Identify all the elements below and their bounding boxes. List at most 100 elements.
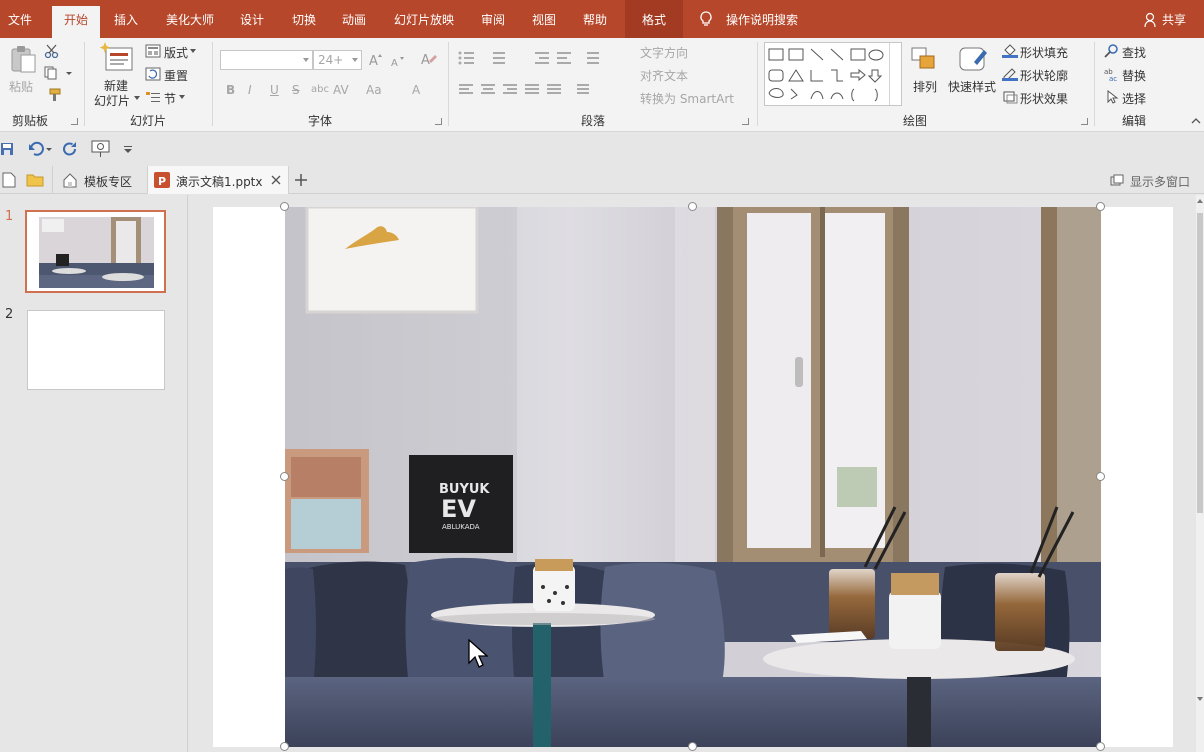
tab-transitions[interactable]: 切换: [284, 0, 324, 38]
shape-effects-icon: [1003, 91, 1018, 104]
text-shadow-button[interactable]: abc: [311, 84, 329, 95]
tab-insert[interactable]: 插入: [106, 0, 146, 38]
share-button[interactable]: 共享: [1162, 0, 1186, 40]
resize-handle-top-right[interactable]: [1096, 202, 1105, 211]
format-painter-icon[interactable]: [44, 88, 62, 102]
new-tab-icon[interactable]: [294, 173, 308, 187]
redo-icon[interactable]: [62, 141, 78, 157]
clipboard-dialog-launcher[interactable]: [71, 118, 78, 125]
document-tab-label: 演示文稿1.pptx: [176, 175, 263, 189]
new-slide-icon[interactable]: [100, 42, 134, 74]
slide-thumbnail-1[interactable]: [25, 210, 166, 293]
paste-button[interactable]: 粘贴: [9, 78, 33, 95]
new-document-icon[interactable]: [2, 172, 16, 188]
collapse-ribbon-icon[interactable]: [1191, 118, 1201, 124]
save-icon[interactable]: [0, 142, 14, 156]
shape-outline-button[interactable]: 形状轮廓: [1020, 67, 1068, 84]
tab-beautify[interactable]: 美化大师: [158, 0, 222, 38]
selected-picture[interactable]: BUYUK EV ABLUKADA: [285, 207, 1101, 747]
reset-button[interactable]: 重置: [164, 67, 188, 84]
start-from-beginning-icon[interactable]: [91, 140, 111, 158]
font-name-combo[interactable]: [220, 50, 313, 70]
clipboard-group-label: 剪贴板: [11, 114, 48, 128]
slide[interactable]: BUYUK EV ABLUKADA: [213, 202, 1173, 751]
resize-handle-middle-right[interactable]: [1096, 472, 1105, 481]
alignment-icons[interactable]: [457, 82, 607, 98]
tab-view[interactable]: 视图: [524, 0, 564, 38]
find-button[interactable]: 查找: [1122, 44, 1146, 61]
scroll-down-icon[interactable]: [1196, 695, 1204, 703]
layout-dropdown-icon[interactable]: [190, 49, 196, 53]
text-direction-button[interactable]: 文字方向: [640, 44, 688, 61]
template-zone-tab[interactable]: 模板专区: [84, 173, 132, 190]
scrollbar-thumb[interactable]: [1197, 213, 1203, 513]
font-name-dropdown-icon[interactable]: [303, 58, 309, 62]
open-folder-icon[interactable]: [26, 173, 44, 187]
font-size-dropdown-icon[interactable]: [352, 58, 358, 62]
vertical-scrollbar[interactable]: [1196, 195, 1204, 752]
resize-handle-top-left[interactable]: [280, 202, 289, 211]
tab-format[interactable]: 格式: [625, 0, 683, 38]
home-icon[interactable]: [62, 172, 78, 188]
shapes-gallery-icons[interactable]: [767, 45, 887, 103]
drawing-dialog-launcher[interactable]: [1081, 118, 1088, 125]
resize-handle-middle-left[interactable]: [280, 472, 289, 481]
shrink-font-icon[interactable]: A: [390, 54, 406, 68]
shape-fill-button[interactable]: 形状填充: [1020, 44, 1068, 61]
tab-help[interactable]: 帮助: [575, 0, 615, 38]
char-spacing-button[interactable]: AV: [333, 83, 349, 97]
grow-font-icon[interactable]: A: [368, 52, 384, 68]
section-button[interactable]: 节: [164, 90, 176, 107]
font-color-button[interactable]: A: [412, 83, 420, 97]
document-tab[interactable]: P 演示文稿1.pptx: [147, 166, 289, 194]
resize-handle-bottom-right[interactable]: [1096, 742, 1105, 751]
tell-me-search[interactable]: 操作说明搜索: [726, 0, 798, 40]
quick-styles-button[interactable]: 快速样式: [948, 78, 996, 95]
arrange-button[interactable]: 排列: [913, 78, 937, 95]
resize-handle-bottom-center[interactable]: [688, 742, 697, 751]
new-slide-label-2[interactable]: 幻灯片: [94, 92, 130, 109]
font-size-combo[interactable]: 24+: [313, 50, 362, 70]
layout-button[interactable]: 版式: [164, 44, 188, 61]
arrange-icon[interactable]: [910, 46, 940, 74]
undo-icon[interactable]: [28, 141, 54, 157]
tab-design[interactable]: 设计: [232, 0, 272, 38]
copy-icon[interactable]: [44, 66, 72, 80]
tab-review[interactable]: 审阅: [473, 0, 513, 38]
tab-home[interactable]: 开始: [52, 6, 100, 38]
shape-outline-icon: [1002, 68, 1018, 81]
multi-window-button[interactable]: 显示多窗口: [1130, 173, 1190, 190]
convert-smartart-button[interactable]: 转换为 SmartArt: [640, 90, 734, 107]
cut-icon[interactable]: [44, 44, 60, 58]
slide-thumbnail-2[interactable]: [27, 310, 165, 390]
change-case-button[interactable]: Aa: [366, 83, 382, 97]
replace-button[interactable]: 替换: [1122, 67, 1146, 84]
lightbulb-icon: [700, 11, 712, 26]
scroll-up-icon[interactable]: [1196, 197, 1204, 205]
section-dropdown-icon[interactable]: [179, 95, 185, 99]
new-slide-dropdown-icon[interactable]: [134, 96, 140, 100]
italic-button[interactable]: I: [248, 83, 252, 97]
close-tab-icon[interactable]: [271, 175, 281, 185]
tab-slideshow[interactable]: 幻灯片放映: [388, 0, 460, 38]
menu-bar: 文件 开始 插入 美化大师 设计 切换 动画 幻灯片放映 审阅 视图 帮助 格式…: [0, 0, 1204, 38]
list-buttons-icons[interactable]: [457, 50, 607, 66]
resize-handle-top-center[interactable]: [688, 202, 697, 211]
underline-button[interactable]: U: [270, 83, 279, 97]
customize-qat-icon[interactable]: [124, 146, 132, 154]
paste-icon[interactable]: [8, 44, 38, 74]
clear-formatting-icon[interactable]: A: [420, 51, 438, 67]
quick-styles-icon[interactable]: [956, 44, 990, 74]
shape-effects-button[interactable]: 形状效果: [1020, 90, 1068, 107]
strikethrough-button[interactable]: S: [292, 83, 300, 97]
resize-handle-bottom-left[interactable]: [280, 742, 289, 751]
shapes-gallery[interactable]: [764, 42, 902, 106]
bold-button[interactable]: B: [226, 83, 235, 97]
tab-file[interactable]: 文件: [0, 0, 40, 38]
paragraph-dialog-launcher[interactable]: [742, 118, 749, 125]
font-dialog-launcher[interactable]: [435, 118, 442, 125]
align-text-button[interactable]: 对齐文本: [640, 67, 688, 84]
shapes-gallery-scroll[interactable]: [889, 43, 901, 105]
tab-animations[interactable]: 动画: [334, 0, 374, 38]
select-button[interactable]: 选择: [1122, 90, 1146, 107]
